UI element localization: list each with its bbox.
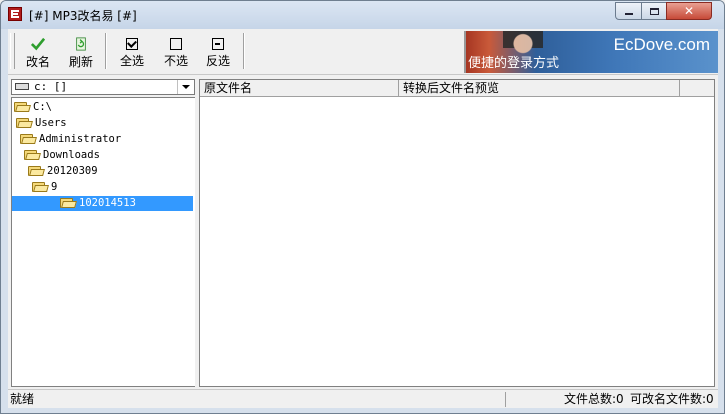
invert-box-icon [212, 38, 224, 50]
toolbar: 改名 刷新 全选 不选 反选 EcDove.com 便捷的登录方式 [8, 29, 718, 75]
title-bar[interactable]: [#] MP3改名易 [#] ✕ [1, 1, 724, 29]
empty-box-icon [170, 38, 182, 50]
banner-slogan: 便捷的登录方式 [468, 56, 560, 71]
rename-label: 改名 [25, 55, 50, 69]
refresh-label: 刷新 [68, 55, 93, 69]
status-ready: 就绪 [10, 392, 506, 407]
status-bar: 就绪 文件总数:0 可改名文件数:0 [8, 389, 718, 408]
rename-button[interactable]: 改名 [20, 35, 56, 69]
invert-selection-button[interactable]: 反选 [200, 35, 236, 69]
drive-select[interactable]: c: [] [11, 79, 195, 95]
close-button[interactable]: ✕ [666, 2, 712, 20]
minimize-button[interactable] [615, 2, 642, 20]
app-window: [#] MP3改名易 [#] ✕ 改名 刷新 全选 不选 反选 EcDove.c… [0, 0, 725, 414]
banner-edge [458, 31, 466, 73]
tree-item-label: C:\ [33, 101, 52, 113]
select-all-button[interactable]: 全选 [114, 35, 150, 69]
tree-item-label: 102014513 [79, 197, 136, 209]
checked-box-icon [126, 38, 138, 50]
tree-item-label: Administrator [39, 133, 122, 145]
tree-item-label: Users [35, 117, 67, 129]
tree-item-label: 20120309 [47, 165, 98, 177]
select-none-button[interactable]: 不选 [158, 35, 194, 69]
tree-item[interactable]: Downloads [24, 148, 104, 163]
checkmark-icon [31, 37, 45, 51]
app-logo-icon[interactable] [8, 7, 22, 21]
tree-item[interactable]: 20120309 [28, 164, 102, 179]
folder-icon [16, 117, 33, 128]
tree-item-label: Downloads [43, 149, 100, 161]
file-list[interactable]: 原文件名 转换后文件名预览 [199, 79, 715, 387]
close-icon: ✕ [683, 4, 695, 18]
folder-open-icon [60, 197, 77, 208]
tree-item-selected[interactable]: 102014513 [12, 196, 193, 211]
refresh-button[interactable]: 刷新 [63, 35, 99, 69]
tree-item-label: 9 [51, 181, 58, 193]
status-total-files: 文件总数:0 [564, 392, 624, 406]
column-header-original-name[interactable]: 原文件名 [200, 80, 399, 96]
hard-drive-icon [15, 83, 29, 90]
pane-splitter[interactable] [195, 79, 198, 387]
ad-banner[interactable]: EcDove.com 便捷的登录方式 [458, 31, 718, 73]
column-header-preview-name[interactable]: 转换后文件名预览 [399, 80, 680, 96]
toolbar-grip[interactable] [10, 33, 15, 69]
window-title: [#] MP3改名易 [#] [29, 9, 137, 23]
folder-icon [14, 101, 31, 112]
maximize-button[interactable] [641, 2, 667, 20]
tree-item[interactable]: Administrator [20, 132, 125, 147]
client-area: 改名 刷新 全选 不选 反选 EcDove.com 便捷的登录方式 c: [] … [8, 29, 718, 408]
tree-item[interactable]: 9 [32, 180, 61, 195]
select-all-label: 全选 [119, 54, 144, 68]
toolbar-separator [105, 33, 107, 69]
folder-icon [28, 165, 45, 176]
chevron-down-icon[interactable] [177, 80, 194, 94]
folder-icon [32, 181, 49, 192]
toolbar-separator [243, 33, 245, 69]
drive-selected-value: c: [] [34, 80, 68, 93]
file-list-header: 原文件名 转换后文件名预览 [200, 80, 714, 97]
tree-item[interactable]: C:\ [14, 100, 56, 115]
minimize-icon [624, 13, 633, 15]
refresh-icon [76, 37, 86, 51]
maximize-icon [649, 7, 659, 15]
invert-label: 反选 [205, 54, 230, 68]
status-renamable-files: 可改名文件数:0 [630, 392, 714, 406]
select-none-label: 不选 [163, 54, 188, 68]
folder-icon [24, 149, 41, 160]
directory-tree[interactable]: C:\ Users Administrator Downloads 20120309 9 1… [11, 97, 196, 387]
folder-icon [20, 133, 37, 144]
banner-brand: EcDove.com [613, 35, 710, 54]
tree-item[interactable]: Users [16, 116, 71, 131]
